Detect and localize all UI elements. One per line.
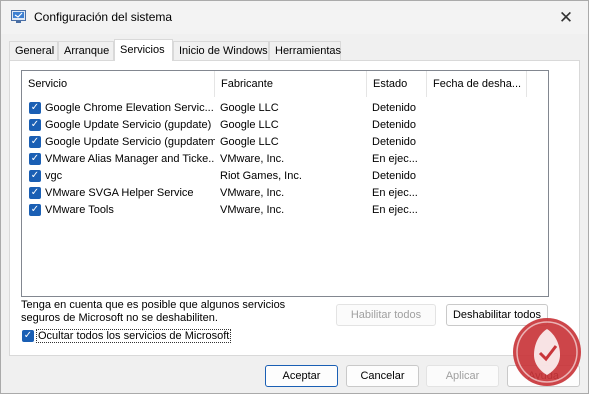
hide-microsoft-checkbox-box[interactable]: ✓ bbox=[22, 330, 34, 342]
service-name: Google Update Servicio (gupdate) bbox=[45, 119, 212, 131]
service-manufacturer: Riot Games, Inc. bbox=[220, 170, 302, 182]
microsoft-services-note: Tenga en cuenta que es posible que algun… bbox=[21, 299, 321, 325]
close-window-button[interactable]: ✕ bbox=[544, 1, 588, 34]
service-status: Detenido bbox=[372, 170, 417, 182]
list-header: Servicio Fabricante Estado Fecha de desh… bbox=[22, 71, 548, 97]
tab-startup[interactable]: Inicio de Windows bbox=[173, 41, 269, 61]
service-manufacturer: Google LLC bbox=[220, 136, 279, 148]
service-status: Detenido bbox=[372, 136, 417, 148]
list-rows: ✓ Google Chrome Elevation Servic... Goog… bbox=[22, 100, 548, 219]
title-bar: Configuración del sistema ✕ bbox=[1, 1, 588, 34]
service-status: En ejec... bbox=[372, 187, 418, 199]
service-checkbox[interactable]: ✓ bbox=[29, 204, 41, 216]
service-name: Google Chrome Elevation Servic... bbox=[45, 102, 214, 114]
tab-tools[interactable]: Herramientas bbox=[269, 41, 341, 61]
service-status: En ejec... bbox=[372, 204, 418, 216]
close-icon: ✕ bbox=[558, 7, 574, 28]
column-header-status[interactable]: Estado bbox=[367, 71, 427, 97]
service-status: Detenido bbox=[372, 102, 417, 114]
column-header-manufacturer[interactable]: Fabricante bbox=[215, 71, 367, 97]
service-manufacturer: VMware, Inc. bbox=[220, 153, 285, 165]
ok-button[interactable]: Aceptar bbox=[265, 365, 338, 387]
column-header-disabled-date[interactable]: Fecha de desha... bbox=[427, 71, 527, 97]
table-row[interactable]: ✓ vgc Riot Games, Inc. Detenido bbox=[22, 168, 548, 185]
table-row[interactable]: ✓ VMware Tools VMware, Inc. En ejec... bbox=[22, 202, 548, 219]
table-row[interactable]: ✓ VMware Alias Manager and Ticke... VMwa… bbox=[22, 151, 548, 168]
service-name: Google Update Servicio (gupdatem) bbox=[45, 136, 215, 148]
table-row[interactable]: ✓ VMware SVGA Helper Service VMware, Inc… bbox=[22, 185, 548, 202]
hide-microsoft-label[interactable]: Ocultar todos los servicios de Microsoft bbox=[36, 329, 232, 343]
note-line-1: Tenga en cuenta que es posible que algun… bbox=[21, 299, 286, 311]
service-name: VMware SVGA Helper Service bbox=[45, 187, 194, 199]
service-status: Detenido bbox=[372, 119, 417, 131]
tab-services[interactable]: Servicios bbox=[114, 39, 173, 61]
cancel-button[interactable]: Cancelar bbox=[346, 365, 419, 387]
window-title: Configuración del sistema bbox=[34, 10, 173, 24]
enable-all-button[interactable]: Habilitar todos bbox=[336, 304, 436, 326]
service-checkbox[interactable]: ✓ bbox=[29, 136, 41, 148]
apply-button[interactable]: Aplicar bbox=[426, 365, 499, 387]
note-line-2: seguros de Microsoft no se deshabiliten. bbox=[21, 312, 218, 324]
service-checkbox[interactable]: ✓ bbox=[29, 187, 41, 199]
service-checkbox[interactable]: ✓ bbox=[29, 170, 41, 182]
service-name: VMware Tools bbox=[45, 204, 114, 216]
service-manufacturer: VMware, Inc. bbox=[220, 187, 285, 199]
tab-boot[interactable]: Arranque bbox=[58, 41, 114, 61]
service-manufacturer: Google LLC bbox=[220, 119, 279, 131]
service-name: vgc bbox=[45, 170, 63, 182]
services-list[interactable]: Servicio Fabricante Estado Fecha de desh… bbox=[21, 70, 549, 297]
table-row[interactable]: ✓ Google Chrome Elevation Servic... Goog… bbox=[22, 100, 548, 117]
system-configuration-window: Configuración del sistema ✕ General Arra… bbox=[0, 0, 589, 394]
services-panel: Servicio Fabricante Estado Fecha de desh… bbox=[9, 60, 580, 356]
service-checkbox[interactable]: ✓ bbox=[29, 153, 41, 165]
service-name: VMware Alias Manager and Ticke... bbox=[45, 153, 215, 165]
msconfig-app-icon bbox=[11, 10, 26, 23]
tab-general[interactable]: General bbox=[9, 41, 58, 61]
table-row[interactable]: ✓ Google Update Servicio (gupdatem) Goog… bbox=[22, 134, 548, 151]
service-manufacturer: Google LLC bbox=[220, 102, 279, 114]
service-checkbox[interactable]: ✓ bbox=[29, 119, 41, 131]
service-status: En ejec... bbox=[372, 153, 418, 165]
watermark-logo-icon bbox=[513, 318, 581, 386]
table-row[interactable]: ✓ Google Update Servicio (gupdate) Googl… bbox=[22, 117, 548, 134]
service-manufacturer: VMware, Inc. bbox=[220, 204, 285, 216]
column-header-service[interactable]: Servicio bbox=[22, 71, 215, 97]
service-checkbox[interactable]: ✓ bbox=[29, 102, 41, 114]
